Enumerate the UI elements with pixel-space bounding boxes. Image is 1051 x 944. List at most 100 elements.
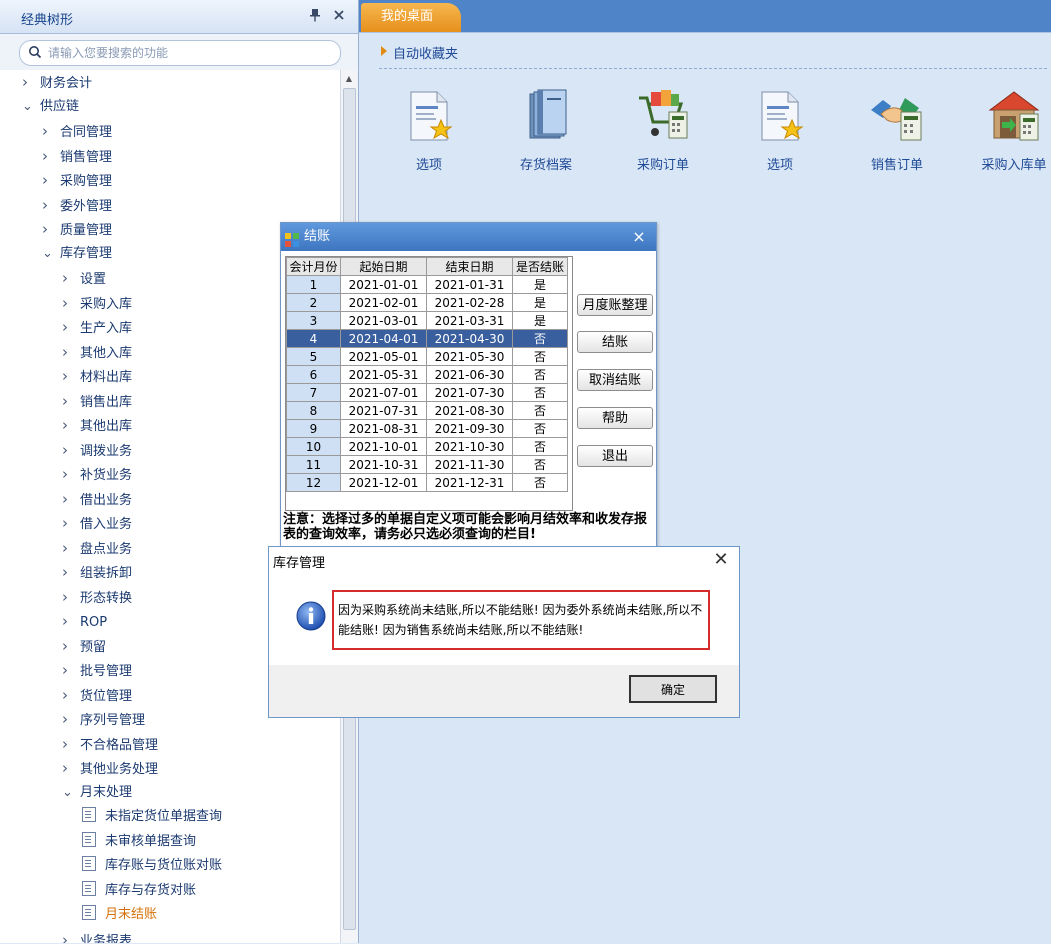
tree-item[interactable]: › 批号管理 bbox=[62, 659, 132, 681]
tree-item[interactable]: › 其他入库 bbox=[62, 341, 132, 363]
chevron-right-icon[interactable]: › bbox=[62, 390, 74, 412]
tree-item[interactable]: › 调拨业务 bbox=[62, 439, 132, 461]
chevron-right-icon[interactable]: › bbox=[42, 145, 54, 167]
ok-button[interactable]: 确定 bbox=[629, 675, 717, 703]
tree-item[interactable]: › 其他出库 bbox=[62, 414, 132, 436]
table-row[interactable]: 1 2021-01-01 2021-01-31 是 bbox=[286, 275, 568, 294]
chevron-down-icon[interactable]: ⌄ bbox=[62, 782, 74, 804]
tree-item[interactable]: › 业务报表 bbox=[62, 929, 132, 944]
chevron-down-icon[interactable]: ⌄ bbox=[42, 243, 54, 265]
tree-item[interactable]: ⌄ 月末处理 bbox=[62, 782, 132, 804]
column-header[interactable]: 会计月份 bbox=[286, 257, 341, 276]
chevron-right-icon[interactable]: › bbox=[62, 414, 74, 436]
table-row[interactable]: 5 2021-05-01 2021-05-30 否 bbox=[286, 347, 568, 366]
tree-item[interactable]: › 质量管理 bbox=[42, 218, 112, 240]
table-row[interactable]: 8 2021-07-31 2021-08-30 否 bbox=[286, 401, 568, 420]
chevron-right-icon[interactable]: › bbox=[62, 512, 74, 534]
close-icon[interactable]: × bbox=[631, 223, 647, 251]
tree-item[interactable]: › 其他业务处理 bbox=[62, 757, 158, 779]
tree-item[interactable]: › 合同管理 bbox=[42, 120, 112, 142]
chevron-right-icon[interactable]: › bbox=[62, 586, 74, 608]
table-row[interactable]: 9 2021-08-31 2021-09-30 否 bbox=[286, 419, 568, 438]
chevron-right-icon[interactable]: › bbox=[62, 929, 74, 944]
chevron-right-icon[interactable]: › bbox=[62, 292, 74, 314]
table-row[interactable]: 10 2021-10-01 2021-10-30 否 bbox=[286, 437, 568, 456]
chevron-right-icon[interactable]: › bbox=[62, 659, 74, 681]
chevron-right-icon[interactable]: › bbox=[42, 194, 54, 216]
chevron-right-icon[interactable]: › bbox=[22, 71, 34, 93]
app-shortcut-purchase-order[interactable]: 采购订单 bbox=[613, 88, 713, 178]
table-row[interactable]: 12 2021-12-01 2021-12-31 否 bbox=[286, 473, 568, 492]
table-row[interactable]: 7 2021-07-01 2021-07-30 否 bbox=[286, 383, 568, 402]
cancel-close-button[interactable]: 取消结账 bbox=[577, 369, 653, 391]
tree-item[interactable]: › 盘点业务 bbox=[62, 537, 132, 559]
dialog-titlebar[interactable]: 结账 × bbox=[281, 223, 656, 251]
tree-item[interactable]: › 采购入库 bbox=[62, 292, 132, 314]
tree-item[interactable]: › 形态转换 bbox=[62, 586, 132, 608]
tree-item[interactable]: › 借入业务 bbox=[62, 512, 132, 534]
chevron-right-icon[interactable]: › bbox=[62, 610, 74, 632]
app-shortcut-purchase-receipt[interactable]: 采购入库单 bbox=[964, 88, 1051, 178]
tree-item[interactable]: 月末结账 bbox=[82, 904, 157, 926]
tree-item[interactable]: › 销售管理 bbox=[42, 145, 112, 167]
chevron-right-icon[interactable]: › bbox=[62, 488, 74, 510]
table-row[interactable]: 6 2021-05-31 2021-06-30 否 bbox=[286, 365, 568, 384]
table-row[interactable]: 4 2021-04-01 2021-04-30 否 bbox=[286, 329, 568, 348]
pin-icon[interactable] bbox=[308, 8, 322, 22]
tree-item[interactable]: › 序列号管理 bbox=[62, 708, 145, 730]
tree-item[interactable]: 库存账与货位账对账 bbox=[82, 855, 222, 877]
tree-item[interactable]: › 不合格品管理 bbox=[62, 733, 158, 755]
tree-item[interactable]: 未审核单据查询 bbox=[82, 831, 196, 853]
tree-item[interactable]: › 货位管理 bbox=[62, 684, 132, 706]
table-row[interactable]: 11 2021-10-31 2021-11-30 否 bbox=[286, 455, 568, 474]
tree-item[interactable]: › 补货业务 bbox=[62, 463, 132, 485]
tree-item[interactable]: › 预留 bbox=[62, 635, 106, 657]
tree-item[interactable]: › ROP bbox=[62, 610, 107, 632]
chevron-right-icon[interactable]: › bbox=[62, 733, 74, 755]
chevron-right-icon[interactable]: › bbox=[62, 439, 74, 461]
scroll-up-arrow-icon[interactable]: ▲ bbox=[341, 72, 357, 86]
chevron-right-icon[interactable]: › bbox=[62, 635, 74, 657]
chevron-right-icon[interactable]: › bbox=[62, 561, 74, 583]
tree-item[interactable]: › 组装拆卸 bbox=[62, 561, 132, 583]
tree-item[interactable]: › 销售出库 bbox=[62, 390, 132, 412]
reorganize-button[interactable]: 月度账整理 bbox=[577, 294, 653, 316]
chevron-right-icon[interactable]: › bbox=[62, 708, 74, 730]
chevron-down-icon[interactable]: ⌄ bbox=[22, 96, 34, 118]
sidebar-close-icon[interactable] bbox=[332, 8, 346, 22]
column-header[interactable]: 结束日期 bbox=[426, 257, 513, 276]
search-input[interactable] bbox=[46, 43, 335, 63]
exit-button[interactable]: 退出 bbox=[577, 445, 653, 467]
tree-item[interactable]: ⌄ 供应链 bbox=[22, 96, 79, 118]
tree-item[interactable]: › 委外管理 bbox=[42, 194, 112, 216]
tree-item[interactable]: 库存与存货对账 bbox=[82, 880, 196, 902]
table-row[interactable]: 3 2021-03-01 2021-03-31 是 bbox=[286, 311, 568, 330]
table-row[interactable]: 2 2021-02-01 2021-02-28 是 bbox=[286, 293, 568, 312]
message-box-titlebar[interactable]: 库存管理 ✕ bbox=[269, 547, 739, 573]
tree-item[interactable]: › 材料出库 bbox=[62, 365, 132, 387]
tree-item[interactable]: › 借出业务 bbox=[62, 488, 132, 510]
app-shortcut-options[interactable]: 选项 bbox=[379, 88, 479, 178]
tree-item[interactable]: › 设置 bbox=[62, 267, 106, 289]
tab-my-desktop[interactable]: 我的桌面 bbox=[361, 3, 461, 32]
help-button[interactable]: 帮助 bbox=[577, 407, 653, 429]
chevron-right-icon[interactable]: › bbox=[62, 316, 74, 338]
chevron-right-icon[interactable]: › bbox=[42, 120, 54, 142]
tree-item[interactable]: 未指定货位单据查询 bbox=[82, 806, 222, 828]
chevron-right-icon[interactable]: › bbox=[62, 757, 74, 779]
app-shortcut-inventory-file[interactable]: 存货档案 bbox=[496, 88, 596, 178]
close-period-button[interactable]: 结账 bbox=[577, 331, 653, 353]
column-header[interactable]: 是否结账 bbox=[512, 257, 568, 276]
chevron-right-icon[interactable]: › bbox=[62, 341, 74, 363]
chevron-right-icon[interactable]: › bbox=[62, 537, 74, 559]
column-header[interactable]: 起始日期 bbox=[340, 257, 427, 276]
chevron-right-icon[interactable]: › bbox=[42, 169, 54, 191]
chevron-right-icon[interactable]: › bbox=[62, 463, 74, 485]
app-shortcut-sales-order[interactable]: 销售订单 bbox=[847, 88, 947, 178]
tree-item[interactable]: › 财务会计 bbox=[22, 71, 92, 93]
app-shortcut-options-2[interactable]: 选项 bbox=[730, 88, 830, 178]
chevron-right-icon[interactable]: › bbox=[42, 218, 54, 240]
tree-item[interactable]: › 采购管理 bbox=[42, 169, 112, 191]
tree-item[interactable]: › 生产入库 bbox=[62, 316, 132, 338]
close-icon[interactable]: ✕ bbox=[711, 549, 731, 571]
